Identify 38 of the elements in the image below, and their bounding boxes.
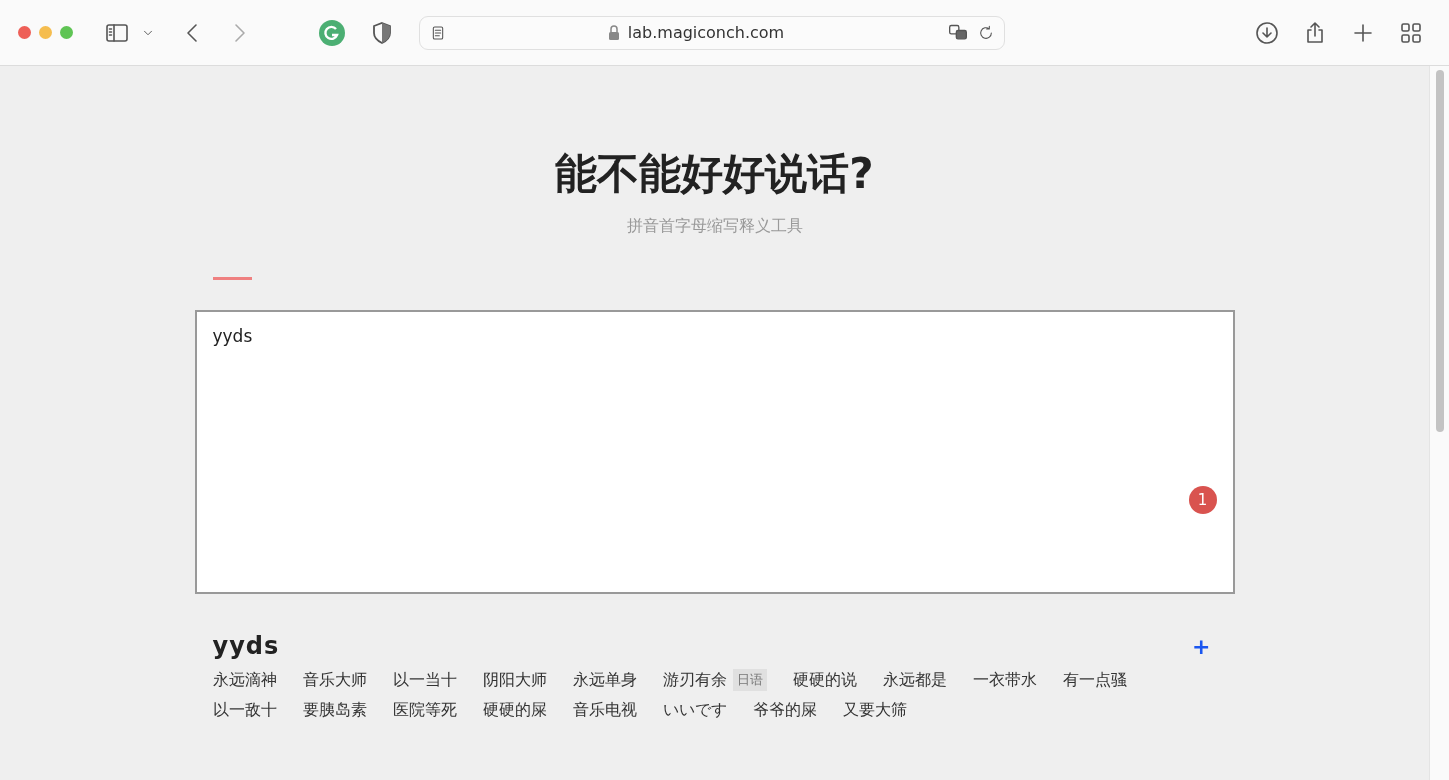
meaning-item: 硬硬的说 <box>792 669 857 691</box>
address-bar[interactable]: lab.magiconch.com <box>419 15 1005 50</box>
download-icon[interactable] <box>1255 20 1279 45</box>
meaning-item: 爷爷的屎 <box>752 699 817 721</box>
meaning-item: 永远单身 <box>572 669 637 691</box>
result-term: yyds <box>212 632 280 660</box>
extension-circle-icon[interactable] <box>319 19 345 46</box>
language-tag: 日语 <box>732 669 767 691</box>
scrollbar-thumb[interactable] <box>1435 70 1444 432</box>
page-icon[interactable] <box>430 24 446 41</box>
meaning-item: 游刃有余 <box>662 669 727 691</box>
meaning-item: いいです <box>662 699 727 721</box>
count-badge: 1 <box>1188 486 1217 514</box>
page-subtitle: 拼音首字母缩写释义工具 <box>626 216 803 237</box>
meaning-item: 音乐电视 <box>572 699 637 721</box>
url-text: lab.magiconch.com <box>627 23 785 42</box>
accent-rule <box>212 277 252 280</box>
meaning-item: 以一敌十 <box>212 699 277 721</box>
lock-icon <box>607 25 620 40</box>
translate-icon[interactable] <box>946 22 970 43</box>
meaning-item: 永远滴神 <box>212 669 277 691</box>
meaning-item: 音乐大师 <box>302 669 367 691</box>
shield-icon[interactable] <box>371 20 393 45</box>
meaning-item: 永远都是 <box>882 669 947 691</box>
close-window-icon[interactable] <box>18 26 31 39</box>
meaning-item: 要胰岛素 <box>302 699 367 721</box>
meaning-item: 以一当十 <box>392 669 457 691</box>
text-input-area[interactable]: yyds 1 <box>194 310 1235 594</box>
meaning-item: 有一点骚 <box>1062 669 1127 691</box>
page-title: 能不能好好说话? <box>555 148 874 200</box>
meaning-item: 硬硬的屎 <box>482 699 547 721</box>
meaning-item: 医院等死 <box>392 699 457 721</box>
add-button[interactable]: + <box>1192 633 1211 659</box>
reload-icon[interactable] <box>978 24 994 41</box>
meaning-item: 一衣带水 <box>972 669 1037 691</box>
meaning-item: 又要大筛 <box>842 699 907 721</box>
meaning-item: 阴阳大师 <box>482 669 547 691</box>
tab-grid-icon[interactable] <box>1399 20 1423 45</box>
